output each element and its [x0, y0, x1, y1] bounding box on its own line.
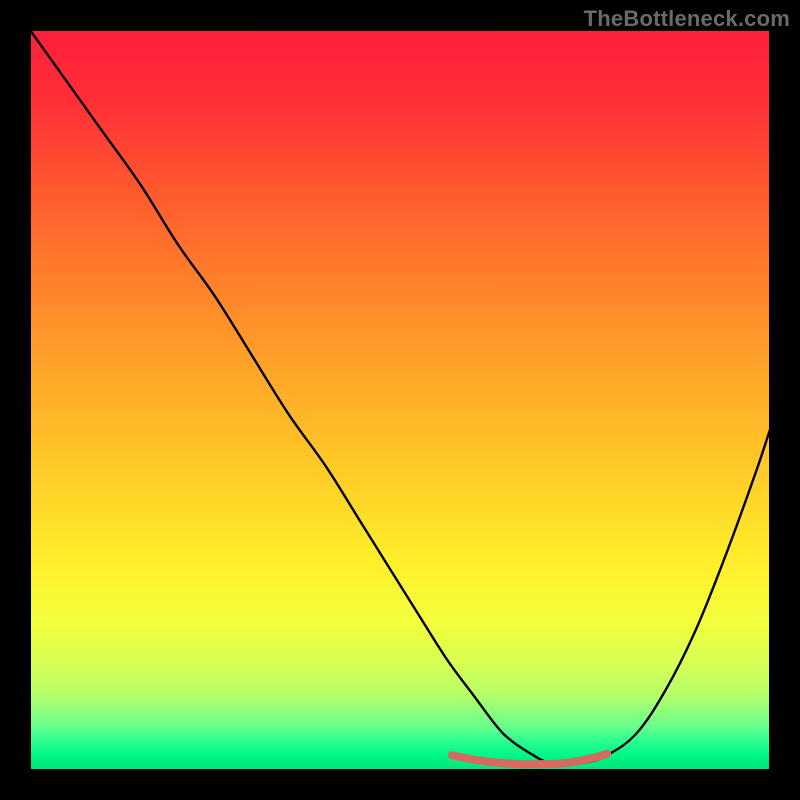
plot-area: [30, 30, 770, 770]
optimal-range-marker: [30, 30, 770, 770]
watermark-text: TheBottleneck.com: [584, 6, 790, 32]
